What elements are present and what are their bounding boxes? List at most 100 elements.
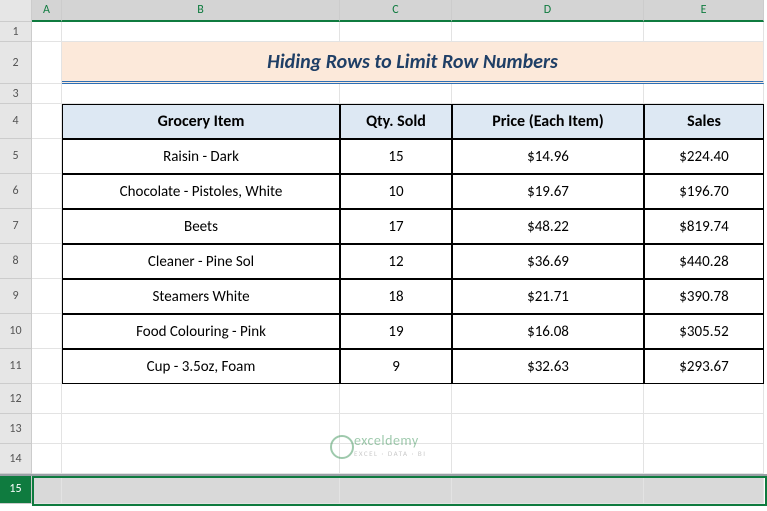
cell[interactable] [62, 384, 340, 414]
cell-sales[interactable]: $196.70 [644, 174, 764, 209]
table-header-sales[interactable]: Sales [644, 104, 764, 139]
cell[interactable] [32, 22, 62, 42]
cell-qty[interactable]: 12 [340, 244, 452, 279]
table-row: Chocolate - Pistoles, White10$19.67$196.… [32, 174, 767, 209]
cell[interactable] [644, 384, 764, 414]
cell[interactable] [452, 22, 644, 42]
row-header-4[interactable]: 4 [0, 104, 32, 139]
cell[interactable] [452, 414, 644, 444]
cell[interactable] [32, 384, 62, 414]
cell[interactable] [62, 444, 340, 474]
cell[interactable] [32, 279, 62, 314]
cell[interactable] [32, 139, 62, 174]
row-header-13[interactable]: 13 [0, 414, 32, 444]
row-header-14[interactable]: 14 [0, 444, 32, 474]
cell-sales[interactable]: $819.74 [644, 209, 764, 244]
brand-icon [330, 435, 350, 455]
cell[interactable] [32, 444, 62, 474]
cell[interactable] [32, 244, 62, 279]
cell[interactable] [644, 444, 764, 474]
cell-qty[interactable]: 10 [340, 174, 452, 209]
row-header-15[interactable]: 15 [0, 474, 32, 504]
cell-item[interactable]: Cleaner - Pine Sol [62, 244, 340, 279]
table-row: Steamers White18$21.71$390.78 [32, 279, 767, 314]
cell[interactable] [32, 42, 62, 84]
row-header-10[interactable]: 10 [0, 314, 32, 349]
row-headers-column: 1 2 3 4 5 6 7 8 9 10 11 12 13 14 15 [0, 0, 32, 504]
cell-qty[interactable]: 15 [340, 139, 452, 174]
cell-item[interactable]: Steamers White [62, 279, 340, 314]
spreadsheet: 1 2 3 4 5 6 7 8 9 10 11 12 13 14 15 A B … [0, 0, 767, 504]
cell[interactable] [644, 84, 764, 104]
cell[interactable] [32, 84, 62, 104]
cell[interactable] [32, 349, 62, 384]
cell-qty[interactable]: 19 [340, 314, 452, 349]
cell-item[interactable]: Cup - 3.5oz, Foam [62, 349, 340, 384]
row-header-11[interactable]: 11 [0, 349, 32, 384]
row-header-9[interactable]: 9 [0, 279, 32, 314]
cell[interactable] [32, 314, 62, 349]
col-header-C[interactable]: C [340, 0, 452, 22]
cell-price[interactable]: $32.63 [452, 349, 644, 384]
row-header-12[interactable]: 12 [0, 384, 32, 414]
row-header-2[interactable]: 2 [0, 42, 32, 84]
col-header-E[interactable]: E [644, 0, 764, 22]
cell[interactable] [32, 104, 62, 139]
row-header-5[interactable]: 5 [0, 139, 32, 174]
selected-row [32, 474, 767, 504]
cell-qty[interactable]: 17 [340, 209, 452, 244]
cell[interactable] [340, 384, 452, 414]
table-row: Cleaner - Pine Sol12$36.69$440.28 [32, 244, 767, 279]
cell-price[interactable]: $19.67 [452, 174, 644, 209]
row-header-3[interactable]: 3 [0, 84, 32, 104]
row-header-1[interactable]: 1 [0, 22, 32, 42]
cell-price[interactable]: $14.96 [452, 139, 644, 174]
cell-item[interactable]: Raisin - Dark [62, 139, 340, 174]
cell-price[interactable]: $48.22 [452, 209, 644, 244]
cell[interactable] [452, 84, 644, 104]
cell[interactable] [62, 474, 340, 504]
cell[interactable] [32, 414, 62, 444]
cell-item[interactable]: Food Colouring - Pink [62, 314, 340, 349]
row-header-7[interactable]: 7 [0, 209, 32, 244]
cell-sales[interactable]: $390.78 [644, 279, 764, 314]
cell-price[interactable]: $36.69 [452, 244, 644, 279]
cell[interactable] [32, 474, 62, 504]
watermark: exceldemy EXCEL · DATA · BI [330, 432, 427, 458]
cell-item[interactable]: Beets [62, 209, 340, 244]
cell[interactable] [62, 84, 340, 104]
table-header-price[interactable]: Price (Each Item) [452, 104, 644, 139]
cell-qty[interactable]: 9 [340, 349, 452, 384]
cell-sales[interactable]: $440.28 [644, 244, 764, 279]
cell[interactable] [644, 474, 764, 504]
select-all-corner[interactable] [0, 0, 32, 22]
cell[interactable] [340, 22, 452, 42]
cell-sales[interactable]: $293.67 [644, 349, 764, 384]
cell-qty[interactable]: 18 [340, 279, 452, 314]
title-cell[interactable]: Hiding Rows to Limit Row Numbers [62, 42, 764, 84]
table-header-qty[interactable]: Qty. Sold [340, 104, 452, 139]
cell-price[interactable]: $21.71 [452, 279, 644, 314]
cell-item[interactable]: Chocolate - Pistoles, White [62, 174, 340, 209]
col-header-B[interactable]: B [62, 0, 340, 22]
cell[interactable] [62, 22, 340, 42]
col-header-D[interactable]: D [452, 0, 644, 22]
cell[interactable] [340, 474, 452, 504]
cell-price[interactable]: $16.08 [452, 314, 644, 349]
cell[interactable] [62, 414, 340, 444]
cell[interactable] [644, 414, 764, 444]
table-row: Cup - 3.5oz, Foam9$32.63$293.67 [32, 349, 767, 384]
cell[interactable] [452, 474, 644, 504]
cell[interactable] [452, 384, 644, 414]
cell-sales[interactable]: $224.40 [644, 139, 764, 174]
table-header-item[interactable]: Grocery Item [62, 104, 340, 139]
cell[interactable] [340, 84, 452, 104]
row-header-8[interactable]: 8 [0, 244, 32, 279]
cell[interactable] [32, 174, 62, 209]
cell[interactable] [644, 22, 764, 42]
cell[interactable] [32, 209, 62, 244]
col-header-A[interactable]: A [32, 0, 62, 22]
cell[interactable] [452, 444, 644, 474]
cell-sales[interactable]: $305.52 [644, 314, 764, 349]
row-header-6[interactable]: 6 [0, 174, 32, 209]
